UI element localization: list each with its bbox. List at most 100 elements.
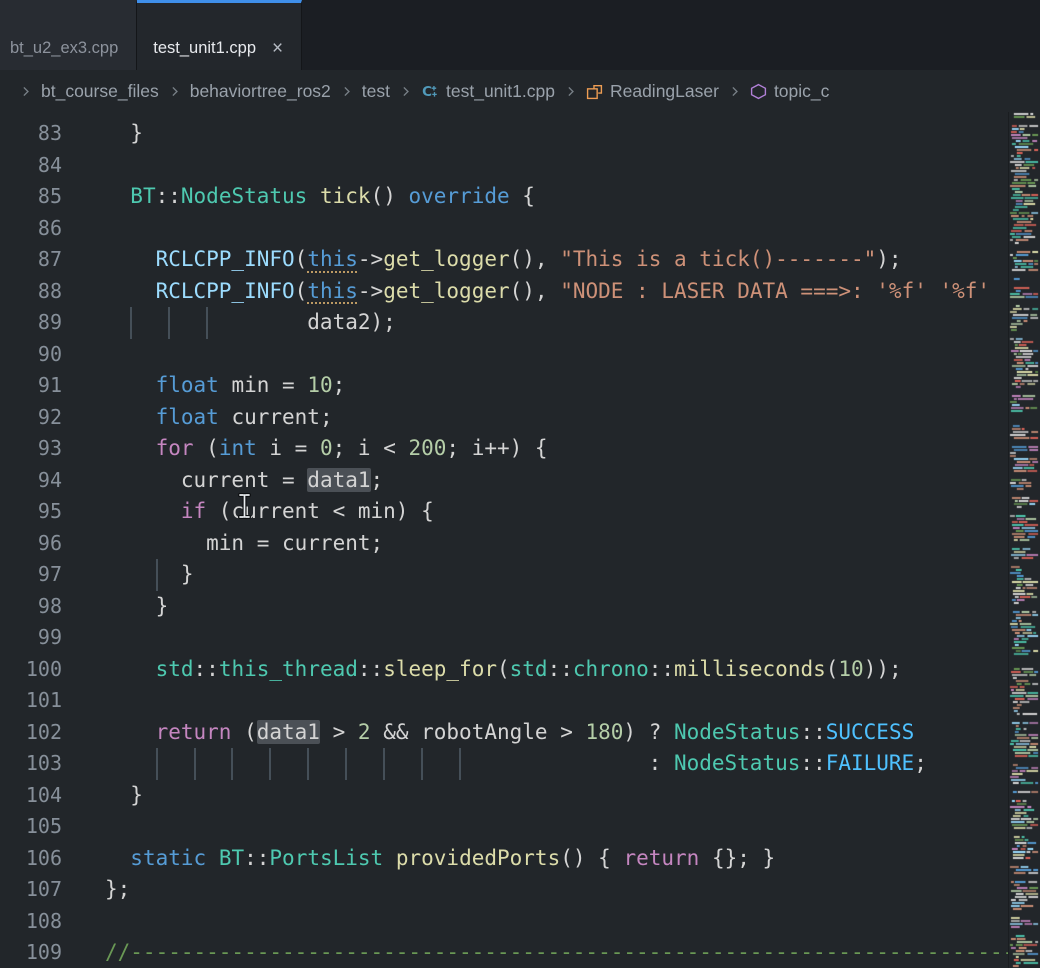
code-lines: 83 }8485 BT::NodeStatus tick() override … — [0, 112, 1040, 968]
breadcrumb-item-bt_course_files[interactable]: bt_course_files — [41, 81, 159, 102]
line-number: 95 — [0, 496, 62, 528]
code-text[interactable]: current = data1; — [62, 465, 1040, 497]
line-number: 84 — [0, 150, 62, 182]
code-text[interactable]: std::this_thread::sleep_for(std::chrono:… — [62, 654, 1040, 686]
breadcrumb-label: topic_c — [774, 81, 829, 102]
tab-test_unit1.cpp[interactable]: test_unit1.cpp × — [137, 0, 302, 70]
line-number: 107 — [0, 874, 62, 906]
line-number: 86 — [0, 213, 62, 245]
breadcrumb-item-ReadingLaser[interactable]: ReadingLaser — [586, 81, 719, 102]
tab-bar: bt_u2_ex3.cpp test_unit1.cpp × — [0, 0, 1040, 70]
line-number: 94 — [0, 465, 62, 497]
code-text[interactable]: min = current; — [62, 528, 1040, 560]
line-number: 98 — [0, 591, 62, 623]
code-text[interactable]: for (int i = 0; i < 200; i++) { — [62, 433, 1040, 465]
line-number: 103 — [0, 748, 62, 780]
code-text[interactable]: static BT::PortsList providedPorts() { r… — [62, 843, 1040, 875]
code-text[interactable]: BT::NodeStatus tick() override { — [62, 181, 1040, 213]
breadcrumb-item-behaviortree_ros2[interactable]: behaviortree_ros2 — [190, 81, 331, 102]
line-number: 100 — [0, 654, 62, 686]
symbol-method-icon — [750, 83, 767, 100]
line-number: 89 — [0, 307, 62, 339]
code-text[interactable]: } — [62, 591, 1040, 623]
code-line: 93 for (int i = 0; i < 200; i++) { — [0, 433, 1040, 465]
indent-guide — [231, 748, 233, 780]
minimap[interactable] — [1008, 112, 1040, 968]
line-number: 106 — [0, 843, 62, 875]
line-number: 99 — [0, 622, 62, 654]
breadcrumb-item-test_unit1.cpp[interactable]: Ctest_unit1.cpp — [421, 81, 555, 102]
breadcrumb-label: bt_course_files — [41, 81, 159, 102]
line-number: 109 — [0, 937, 62, 968]
code-line: 109//-----------------------------------… — [0, 937, 1040, 968]
code-line: 84 — [0, 150, 1040, 182]
line-number: 108 — [0, 906, 62, 938]
code-text[interactable] — [62, 811, 1040, 843]
code-text[interactable]: float min = 10; — [62, 370, 1040, 402]
breadcrumb: bt_course_files behaviortree_ros2 test Ctes… — [0, 70, 1040, 112]
indent-guide — [383, 748, 385, 780]
code-line: 100 std::this_thread::sleep_for(std::chr… — [0, 654, 1040, 686]
line-number: 96 — [0, 528, 62, 560]
indent-guide — [156, 559, 158, 591]
code-text[interactable]: data2); — [62, 307, 1040, 339]
code-line: 85 BT::NodeStatus tick() override { — [0, 181, 1040, 213]
indent-guide — [307, 748, 309, 780]
code-line: 108 — [0, 906, 1040, 938]
code-text[interactable] — [62, 685, 1040, 717]
line-number: 83 — [0, 118, 62, 150]
code-line: 87 RCLCPP_INFO(this->get_logger(), "This… — [0, 244, 1040, 276]
breadcrumb-item-topic_c[interactable]: topic_c — [750, 81, 829, 102]
indent-guide — [130, 307, 132, 339]
code-text[interactable]: } — [62, 559, 1040, 591]
indent-guide — [269, 748, 271, 780]
code-text[interactable]: float current; — [62, 402, 1040, 434]
line-number: 101 — [0, 685, 62, 717]
chevron-right-icon — [340, 85, 353, 98]
breadcrumb-item-test[interactable]: test — [362, 81, 390, 102]
code-text[interactable]: } — [62, 118, 1040, 150]
code-text[interactable]: RCLCPP_INFO(this->get_logger(), "This is… — [62, 244, 1040, 276]
line-number: 87 — [0, 244, 62, 276]
line-number: 92 — [0, 402, 62, 434]
code-line: 83 } — [0, 118, 1040, 150]
code-text[interactable]: if (current < min) { — [62, 496, 1040, 528]
file-cpp-icon: C — [421, 82, 439, 100]
code-line: 102 return (data1 > 2 && robotAngle > 18… — [0, 717, 1040, 749]
indent-guide — [345, 748, 347, 780]
code-line: 104 } — [0, 780, 1040, 812]
line-number: 93 — [0, 433, 62, 465]
indent-guide — [168, 307, 170, 339]
indent-guide — [156, 748, 158, 780]
vscode-window: bt_u2_ex3.cpp test_unit1.cpp × bt_course_f… — [0, 0, 1040, 968]
line-number: 88 — [0, 276, 62, 308]
code-text[interactable]: }; — [62, 874, 1040, 906]
code-line: 107}; — [0, 874, 1040, 906]
code-text[interactable]: return (data1 > 2 && robotAngle > 180) ?… — [62, 717, 1040, 749]
code-editor[interactable]: 83 }8485 BT::NodeStatus tick() override … — [0, 112, 1040, 968]
code-line: 89 data2); — [0, 307, 1040, 339]
code-text[interactable] — [62, 339, 1040, 371]
code-text[interactable] — [62, 150, 1040, 182]
code-text[interactable] — [62, 906, 1040, 938]
line-number: 97 — [0, 559, 62, 591]
line-number: 102 — [0, 717, 62, 749]
chevron-right-icon — [728, 85, 741, 98]
tab-label: test_unit1.cpp — [153, 39, 256, 58]
code-text[interactable] — [62, 622, 1040, 654]
code-line: 98 } — [0, 591, 1040, 623]
chevron-right-icon — [399, 85, 412, 98]
code-line: 88 RCLCPP_INFO(this->get_logger(), "NODE… — [0, 276, 1040, 308]
code-text[interactable]: RCLCPP_INFO(this->get_logger(), "NODE : … — [62, 276, 1040, 308]
code-text[interactable]: } — [62, 780, 1040, 812]
tab-close-button[interactable]: × — [272, 39, 283, 58]
indent-guide — [206, 307, 208, 339]
code-text[interactable]: //--------------------------------------… — [62, 937, 1040, 968]
breadcrumb-label: test — [362, 81, 390, 102]
tab-bt_u2_ex3.cpp[interactable]: bt_u2_ex3.cpp — [0, 0, 137, 70]
code-line: 95 if (current < min) { — [0, 496, 1040, 528]
code-text[interactable] — [62, 213, 1040, 245]
code-line: 101 — [0, 685, 1040, 717]
tab-label: bt_u2_ex3.cpp — [10, 39, 118, 58]
code-text[interactable]: : NodeStatus::FAILURE; — [62, 748, 1040, 780]
